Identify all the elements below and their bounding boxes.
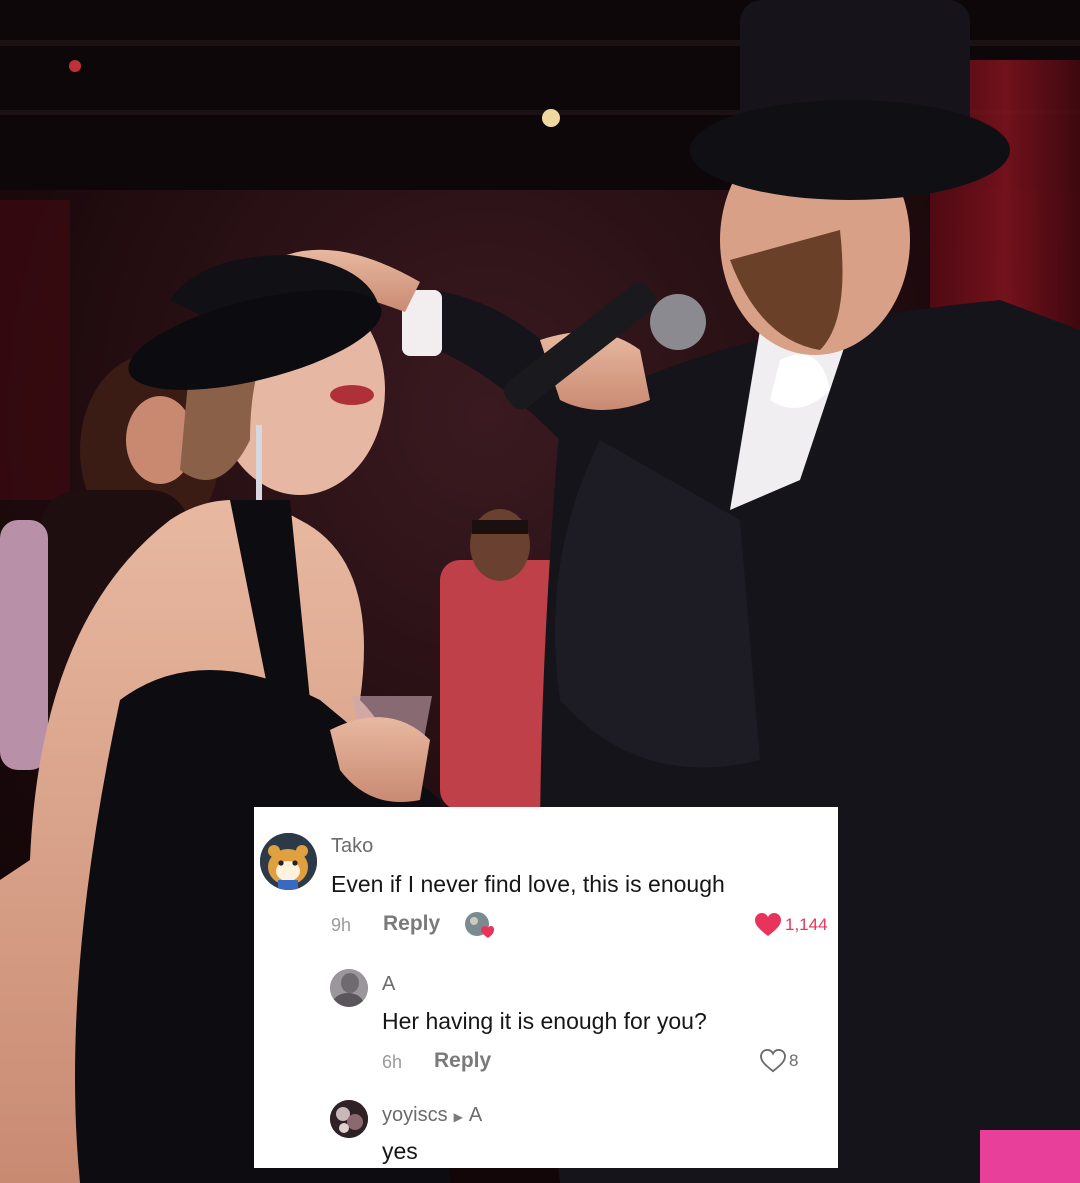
reply-button[interactable]: Reply (434, 1049, 491, 1073)
hamster-avatar-icon (260, 833, 317, 890)
heart-filled-icon (755, 913, 781, 936)
reply-username[interactable]: A (382, 973, 395, 996)
creator-liked-badge (464, 911, 494, 941)
creator-heart-icon (465, 912, 494, 938)
reply-text: Her having it is enough for you? (382, 1008, 707, 1034)
comment-username[interactable]: Tako (331, 835, 373, 858)
user-avatar-icon (330, 969, 368, 1007)
tako-avatar[interactable] (260, 833, 317, 890)
reply-arrow-icon: ▶ (453, 1110, 463, 1124)
comment-card: Tako Even if I never find love, this is … (254, 807, 838, 1168)
comment-text: Even if I never find love, this is enoug… (331, 871, 725, 897)
yoyiscs-avatar[interactable] (330, 1100, 368, 1138)
reply-text: yes (382, 1138, 418, 1164)
reply-button[interactable]: Reply (383, 912, 440, 936)
reply-username-link[interactable]: yoyiscs (382, 1104, 448, 1126)
like-button[interactable]: 8 (760, 1049, 798, 1073)
user-avatar-icon (330, 1100, 368, 1138)
reply-to-username[interactable]: A (469, 1104, 482, 1126)
like-button[interactable]: 1,144 (754, 912, 828, 938)
reply-timestamp: 6h (382, 1052, 403, 1072)
like-count: 1,144 (785, 915, 828, 934)
comment-timestamp: 9h (331, 915, 352, 935)
reply-username: yoyiscs ▶ A (382, 1104, 482, 1127)
like-count: 8 (789, 1051, 799, 1070)
a-avatar[interactable] (330, 969, 368, 1007)
heart-outline-icon (760, 1049, 786, 1073)
